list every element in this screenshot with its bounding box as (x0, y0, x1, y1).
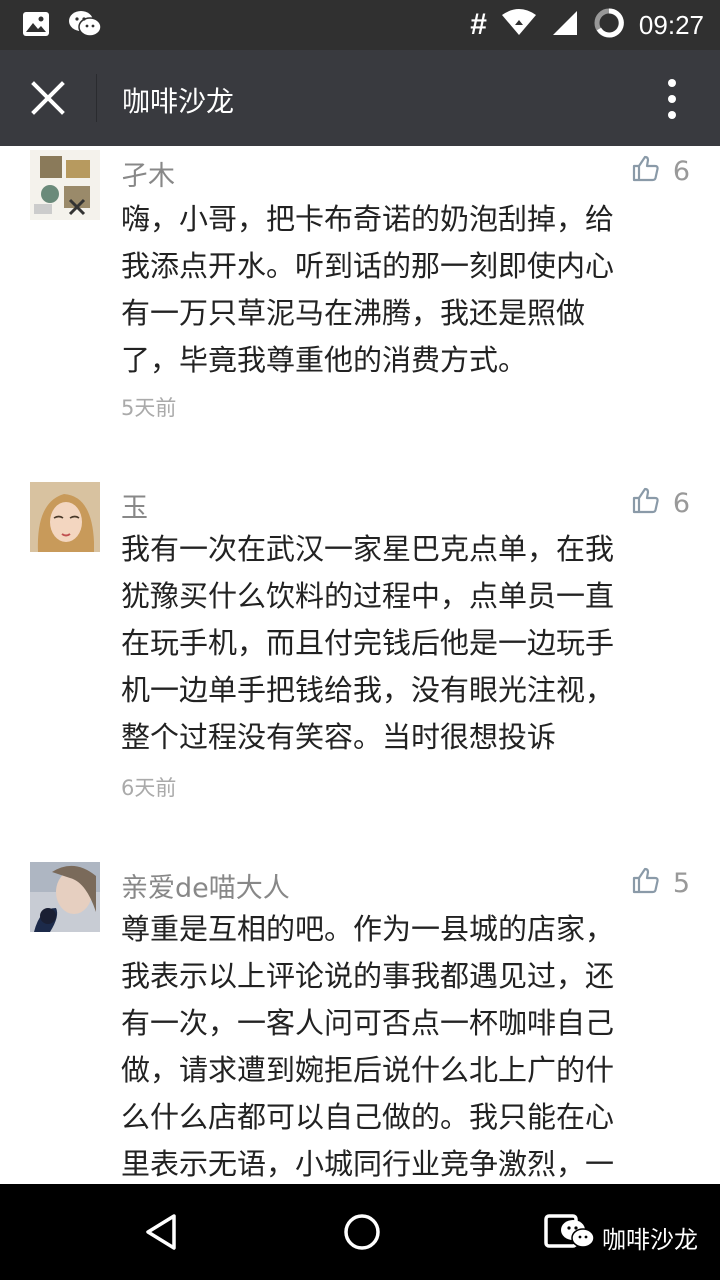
hash-indicator: # (470, 8, 487, 41)
thumbs-up-icon (631, 486, 659, 521)
back-icon[interactable] (140, 1210, 184, 1254)
comment-line: 做，请求遭到婉拒后说什么北上广的什 (121, 1053, 615, 1087)
comment-text: 尊重是互相的吧。作为一县城的店家， 我表示以上评论说的事我都遇见过，还 有一次，… (121, 906, 681, 1184)
wifi-icon (501, 9, 537, 41)
more-vertical-icon[interactable] (666, 78, 678, 120)
app-bar: 咖啡沙龙 (0, 50, 720, 146)
status-bar: # 09:27 (0, 0, 720, 50)
comment-line: 里表示无语，小城同行业竞争激烈，一 (121, 1147, 615, 1181)
like-button[interactable]: 5 (631, 866, 690, 901)
comment-line: 我表示以上评论说的事我都遇见过，还 (121, 959, 615, 993)
avatar[interactable] (30, 150, 100, 220)
comment-text: 我有一次在武汉一家星巴克点单，在我 犹豫买什么饮料的过程中，点单员一直 在玩手机… (121, 526, 681, 761)
like-button[interactable]: 6 (631, 154, 690, 189)
signal-icon (551, 9, 579, 41)
comment-list[interactable]: 孑木 6 嗨，小哥，把卡布奇诺的奶泡刮掉，给 我添点开水。听到话的那一刻即使内心… (0, 146, 720, 1184)
page-title: 咖啡沙龙 (122, 85, 235, 118)
comment-nickname[interactable]: 亲爱de喵大人 (121, 866, 290, 905)
appbar-divider (96, 74, 97, 122)
thumbs-up-icon (631, 866, 659, 901)
thumbs-up-icon (631, 154, 659, 189)
wechat-icon (68, 9, 102, 43)
comment-line: 么什么店都可以自己做的。我只能在心 (121, 1100, 615, 1134)
like-button[interactable]: 6 (631, 486, 690, 521)
avatar[interactable] (30, 862, 100, 932)
wechat-icon (560, 1218, 596, 1256)
comment-line: 犹豫买什么饮料的过程中，点单员一直 (121, 579, 615, 613)
comment-time: 6天前 (121, 776, 177, 800)
watermark: 咖啡沙龙 (560, 1218, 698, 1256)
comment-line: 尊重是互相的吧。作为一县城的店家， (121, 912, 615, 946)
comment-time: 5天前 (121, 396, 177, 420)
clock: 09:27 (638, 9, 704, 40)
comment-line: 我有一次在武汉一家星巴克点单，在我 (121, 532, 615, 566)
like-count: 6 (672, 156, 690, 187)
comment-line: 有一次，一客人问可否点一杯咖啡自己 (121, 1006, 615, 1040)
watermark-text: 咖啡沙龙 (602, 1225, 698, 1254)
home-icon[interactable] (340, 1210, 384, 1254)
comment-line: 整个过程没有笑容。当时很想投诉 (121, 720, 557, 754)
comment-line: 有一万只草泥马在沸腾，我还是照做 (121, 296, 586, 330)
avatar[interactable] (30, 482, 100, 552)
comment-line: 机一边单手把钱给我，没有眼光注视， (121, 673, 615, 707)
comment-nickname[interactable]: 孑木 (121, 154, 175, 193)
close-icon[interactable] (24, 74, 72, 122)
battery-icon (593, 7, 625, 43)
comment-nickname[interactable]: 玉 (121, 486, 148, 525)
comment-line: 嗨，小哥，把卡布奇诺的奶泡刮掉，给 (121, 202, 615, 236)
comment-line: 在玩手机，而且付完钱后他是一边玩手 (121, 626, 615, 660)
like-count: 5 (672, 868, 690, 899)
like-count: 6 (672, 488, 690, 519)
comment-line: 我添点开水。听到话的那一刻即使内心 (121, 249, 615, 283)
navigation-bar: 咖啡沙龙 (0, 1184, 720, 1280)
comment-line: 了，毕竟我尊重他的消费方式。 (121, 343, 528, 377)
comment-text: 嗨，小哥，把卡布奇诺的奶泡刮掉，给 我添点开水。听到话的那一刻即使内心 有一万只… (121, 196, 681, 384)
image-icon (22, 11, 50, 41)
